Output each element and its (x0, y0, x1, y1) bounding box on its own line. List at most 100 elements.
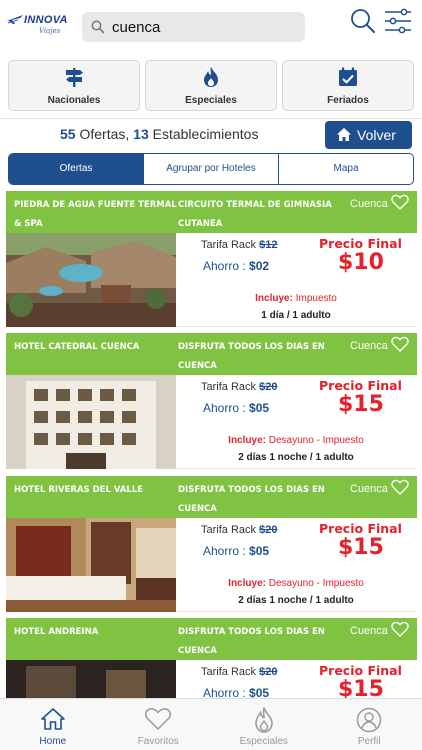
offer-city: Cuenca (350, 198, 388, 210)
hotel-photo (6, 518, 176, 612)
segment-mapa[interactable]: Mapa (278, 154, 413, 184)
tab-perfil[interactable]: Perfil (317, 699, 422, 750)
offer-description: DISFRUTA TODOS LOS DIAS EN CUENCA (178, 342, 325, 371)
tab-home[interactable]: Home (0, 699, 106, 750)
favorite-heart-icon[interactable] (391, 479, 409, 495)
offer-duration: 2 días 1 noche / 1 adulto (238, 595, 354, 606)
offer-description: CIRCUITO TERMAL DE GIMNASIA CUTANEA (178, 200, 332, 229)
volver-label: Volver (357, 127, 396, 143)
incluye: Incluye: Impuesto (176, 293, 416, 304)
home-icon (337, 128, 351, 141)
tarifa-rack-label: Tarifa Rack (201, 524, 260, 536)
search-toggle-icon[interactable] (350, 8, 376, 34)
favorite-heart-icon[interactable] (391, 194, 409, 210)
precio-final-label: Precio Final (319, 521, 402, 536)
offer-card[interactable]: HOTEL RIVERAS DEL VALLE DISFRUTA TODOS L… (6, 476, 417, 612)
logo-subtext: Viajes (39, 27, 61, 35)
category-feriados[interactable]: Feriados (282, 60, 414, 111)
tarifa-rack: Tarifa Rack $20 (201, 524, 277, 536)
tarifa-rack: Tarifa Rack $12 (201, 239, 277, 251)
tab-favoritos[interactable]: Favoritos (106, 699, 212, 750)
offer-duration: 1 día / 1 adulto (261, 310, 331, 321)
category-nacionales[interactable]: Nacionales (8, 60, 140, 111)
segment-ofertas[interactable]: Ofertas (9, 154, 143, 184)
flame-icon (204, 67, 218, 87)
offer-hotel-name: PIEDRA DE AGUA FUENTE TERMAL & SPA (14, 200, 177, 229)
offer-description: DISFRUTA TODOS LOS DIAS EN CUENCA (178, 627, 325, 656)
incluye-value: Desayuno - Impuesto (268, 435, 364, 446)
tarifa-rack-label: Tarifa Rack (201, 239, 260, 251)
segment-agrupar-hoteles[interactable]: Agrupar por Hoteles (143, 154, 278, 184)
offer-city: Cuenca (350, 625, 388, 637)
ofertas-count: 55 (60, 126, 76, 142)
incluye-label: Incluye: (228, 578, 269, 589)
tarifa-rack-label: Tarifa Rack (201, 381, 260, 393)
offer-city: Cuenca (350, 340, 388, 352)
divider (0, 118, 422, 119)
incluye: Incluye: Desayuno - Impuesto (176, 578, 416, 589)
tab-label: Especiales (239, 736, 288, 747)
favorite-heart-icon[interactable] (391, 621, 409, 637)
tarifa-rack-value: $20 (259, 524, 278, 536)
plane-logo-icon (7, 15, 23, 24)
offer-description: DISFRUTA TODOS LOS DIAS EN CUENCA (178, 485, 325, 514)
tab-label: Favoritos (137, 736, 179, 747)
heart-icon (145, 708, 172, 731)
incluye-value: Impuesto (295, 293, 337, 304)
ahorro-value: $05 (249, 544, 270, 558)
search-icon (91, 20, 105, 34)
category-tiles: Nacionales Especiales Feriados (8, 60, 415, 111)
incluye-label: Incluye: (255, 293, 296, 304)
tarifa-rack: Tarifa Rack $20 (201, 381, 277, 393)
ahorro-label: Ahorro : (203, 401, 250, 415)
ofertas-label: Ofertas, (75, 126, 134, 142)
category-label: Feriados (327, 95, 369, 106)
category-label: Especiales (185, 95, 237, 106)
precio-final-value: $10 (338, 250, 384, 275)
view-segmented-control: Ofertas Agrupar por Hoteles Mapa (8, 153, 414, 185)
app-root: INNOVA Viajes cuenca Nacionales Especial… (0, 0, 422, 750)
logo-text: INNOVA (24, 14, 68, 26)
tab-label: Home (39, 736, 67, 747)
precio-final-value: $15 (338, 392, 384, 417)
tab-especiales[interactable]: Especiales (211, 699, 317, 750)
tarifa-rack-label: Tarifa Rack (201, 666, 260, 678)
offer-city: Cuenca (350, 483, 388, 495)
ahorro-value: $02 (249, 259, 270, 273)
results-summary: 55 Ofertas, 13 Establecimientos (60, 126, 258, 142)
offer-duration: 2 días 1 noche / 1 adulto (238, 452, 354, 463)
offer-card[interactable]: HOTEL CATEDRAL CUENCA DISFRUTA TODOS LOS… (6, 333, 417, 469)
ahorro-label: Ahorro : (203, 544, 250, 558)
category-label: Nacionales (47, 95, 101, 106)
hotel-photo (6, 233, 176, 327)
precio-final-label: Precio Final (319, 236, 402, 251)
establecimientos-label: Establecimientos (148, 126, 259, 142)
home-icon (40, 708, 65, 730)
ahorro-value: $05 (249, 401, 270, 415)
category-especiales[interactable]: Especiales (145, 60, 277, 111)
flame-icon (254, 707, 273, 733)
precio-final-label: Precio Final (319, 663, 402, 678)
offer-hotel-name: HOTEL ANDREINA (14, 627, 99, 637)
filter-sliders-icon[interactable] (383, 8, 413, 34)
establecimientos-count: 13 (133, 126, 149, 142)
signpost-icon (66, 68, 83, 87)
tarifa-rack: Tarifa Rack $20 (201, 666, 277, 678)
hotel-photo (6, 375, 176, 469)
offer-hotel-name: HOTEL CATEDRAL CUENCA (14, 342, 140, 352)
volver-button[interactable]: Volver (325, 121, 412, 149)
tab-label: Perfil (357, 736, 381, 747)
tarifa-rack-value: $12 (259, 239, 278, 251)
user-icon (357, 707, 382, 733)
search-input[interactable] (112, 16, 297, 38)
calendar-check-icon (339, 67, 357, 86)
innova-logo[interactable]: INNOVA Viajes (6, 12, 76, 38)
header: INNOVA Viajes (0, 0, 422, 52)
precio-final-label: Precio Final (319, 378, 402, 393)
precio-final-value: $15 (338, 535, 384, 560)
incluye-label: Incluye: (228, 435, 269, 446)
search-field[interactable] (82, 12, 305, 42)
incluye-value: Desayuno - Impuesto (268, 578, 364, 589)
offer-card[interactable]: PIEDRA DE AGUA FUENTE TERMAL & SPA CIRCU… (6, 191, 417, 327)
favorite-heart-icon[interactable] (391, 336, 409, 352)
